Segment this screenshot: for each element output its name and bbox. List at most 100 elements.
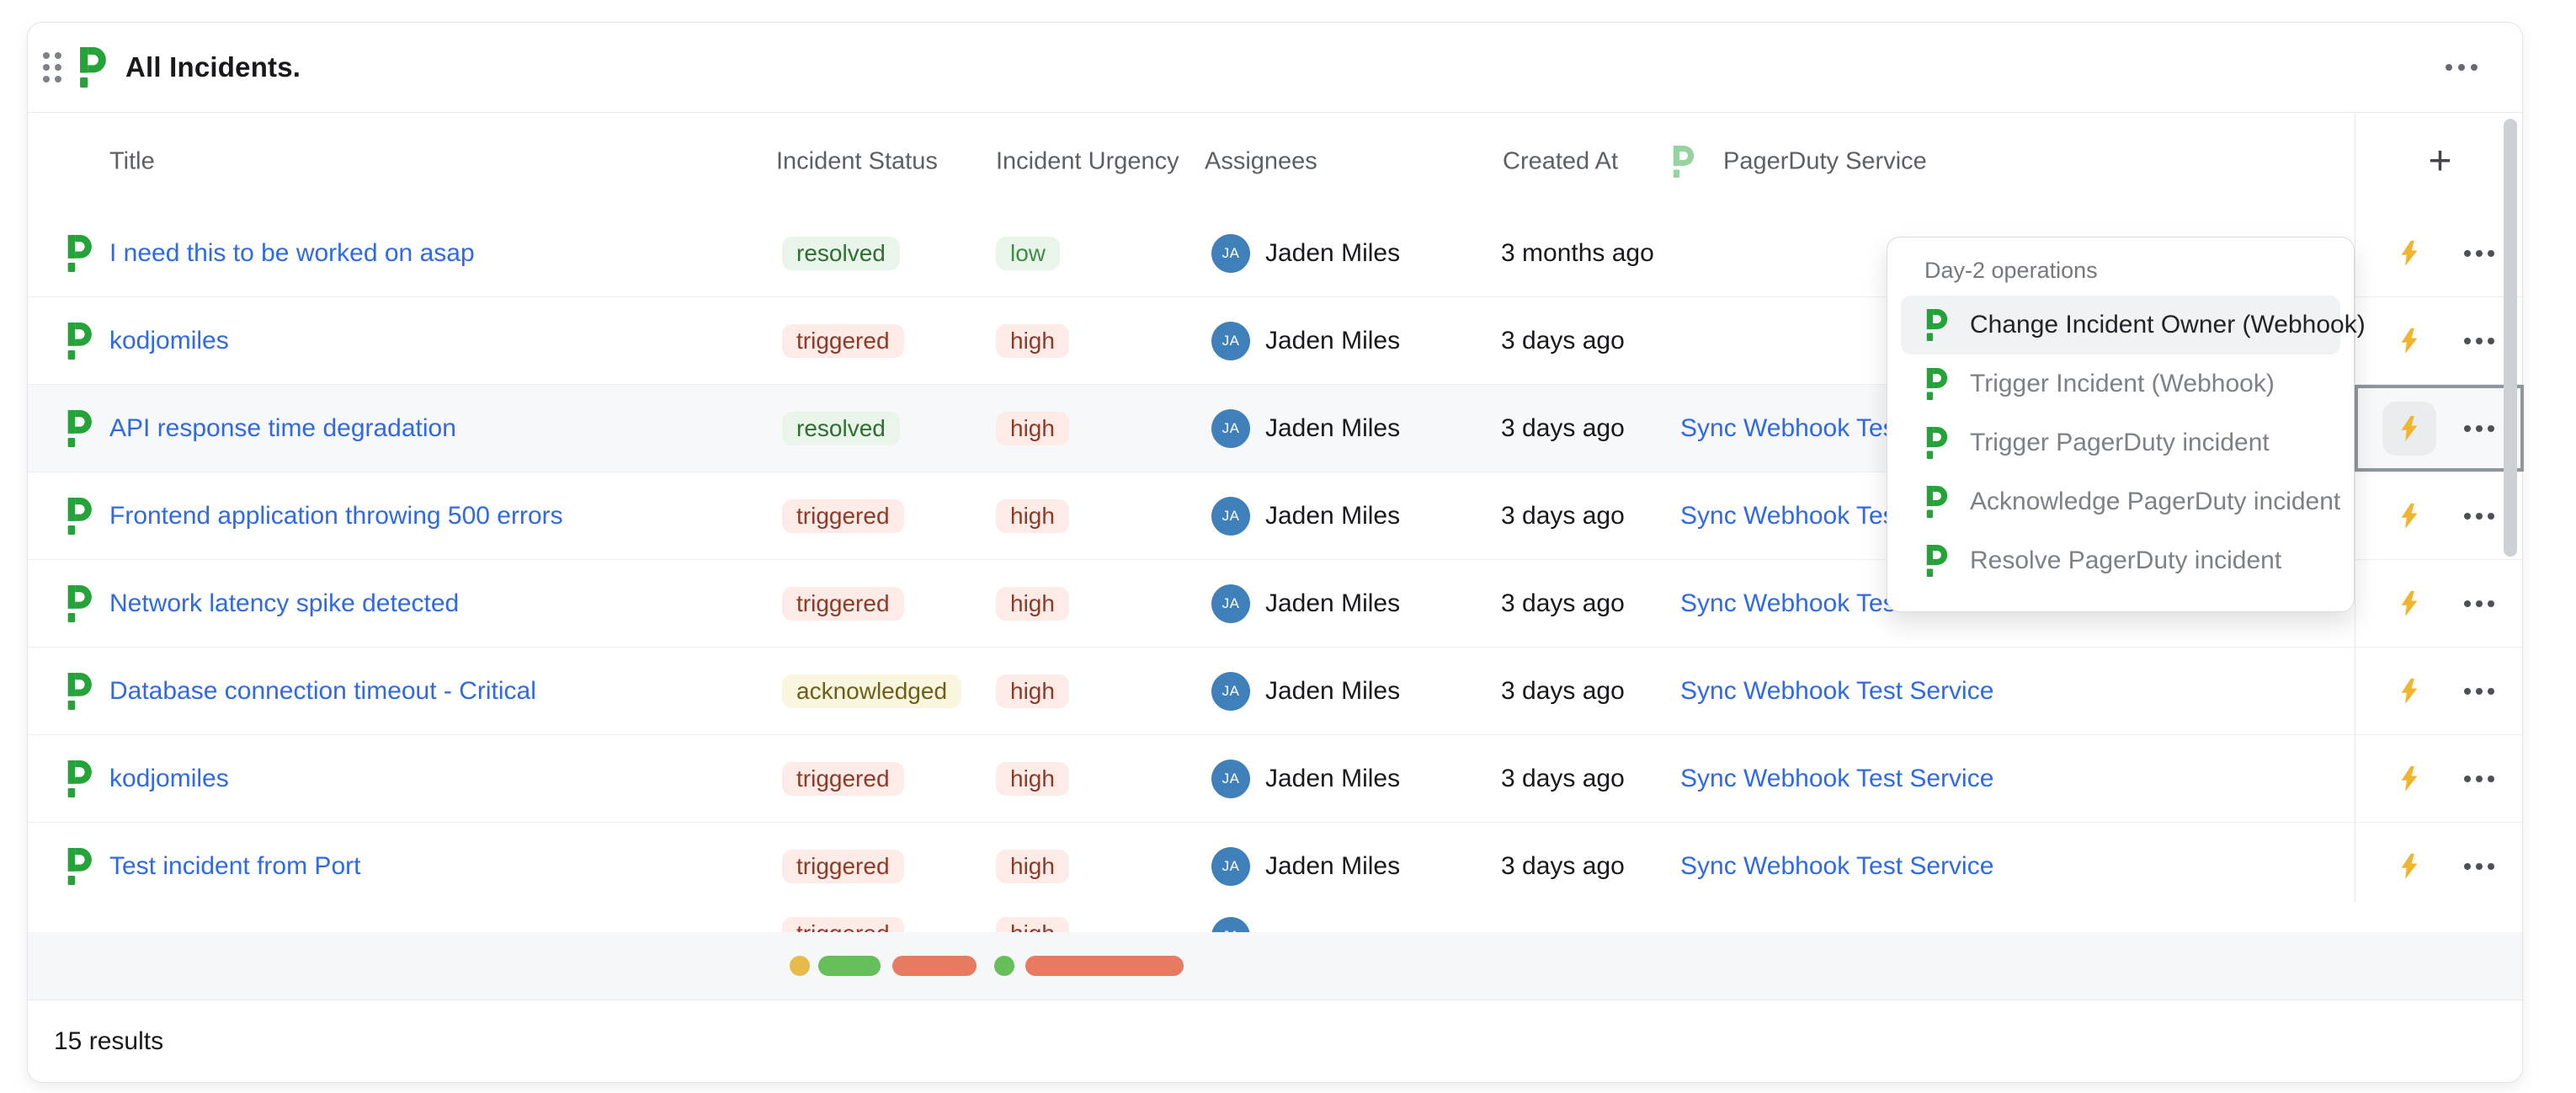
row-actions-cell: [2355, 210, 2524, 296]
created-at: 3 days ago: [1501, 765, 1625, 793]
menu-item[interactable]: Change Incident Owner (Webhook): [1901, 296, 2340, 355]
avatar: JA: [1211, 917, 1250, 932]
created-at: 3 days ago: [1501, 327, 1625, 355]
avatar: JA: [1211, 672, 1250, 711]
row-actions-cell: [2355, 472, 2524, 559]
run-action-button[interactable]: [2382, 489, 2436, 543]
avatar: JA: [1211, 409, 1250, 448]
run-action-button[interactable]: [2382, 402, 2436, 456]
created-at: 3 days ago: [1501, 852, 1625, 881]
skeleton-bar: [818, 956, 881, 976]
table-row[interactable]: Database connection timeout - Critical a…: [28, 648, 2522, 735]
pagerduty-logo-icon: [75, 47, 107, 88]
pagerduty-menu-icon: [1923, 368, 1948, 400]
column-header-service[interactable]: PagerDuty Service: [1723, 148, 1927, 176]
column-header-assignees[interactable]: Assignees: [1205, 148, 1317, 176]
row-menu-button[interactable]: [2462, 776, 2497, 782]
created-at: 3 days ago: [1501, 502, 1625, 531]
pagerduty-menu-icon: [1923, 427, 1948, 459]
all-incidents-widget: All Incidents. Title Incident Status Inc…: [27, 22, 2523, 1083]
loading-skeleton-band: [28, 932, 2522, 1000]
skeleton-bar: [1025, 956, 1184, 976]
incident-title-link[interactable]: Network latency spike detected: [109, 589, 459, 618]
pagerduty-row-icon: [63, 673, 93, 710]
pagerduty-column-icon: [1669, 146, 1695, 178]
actions-column-header: +: [2355, 113, 2525, 211]
created-at: 3 months ago: [1501, 239, 1654, 268]
menu-header: Day-2 operations: [1924, 258, 2354, 284]
menu-item[interactable]: Trigger Incident (Webhook): [1901, 355, 2340, 413]
row-menu-button[interactable]: [2462, 600, 2497, 607]
status-badge: triggered: [782, 587, 904, 621]
incident-title-link[interactable]: Test incident from Port: [109, 852, 360, 881]
table-row[interactable]: Test incident from Port triggered high J…: [28, 823, 2522, 910]
run-action-button[interactable]: [2382, 840, 2436, 893]
incident-title-link[interactable]: API response time degradation: [109, 414, 456, 443]
service-link[interactable]: Sync Webhook Test Service: [1680, 677, 1993, 706]
pagerduty-menu-icon: [1923, 309, 1948, 341]
run-action-button[interactable]: [2382, 752, 2436, 806]
status-badge: triggered: [782, 499, 904, 533]
widget-menu-button[interactable]: [2442, 64, 2480, 71]
incident-title-link[interactable]: Database connection timeout - Critical: [109, 677, 536, 706]
run-action-button[interactable]: [2382, 664, 2436, 718]
pagerduty-row-icon: [63, 585, 93, 622]
assignee-name: Jaden Miles: [1265, 502, 1400, 531]
incident-title-link[interactable]: kodjomiles: [109, 765, 229, 793]
status-badge: triggered: [782, 762, 904, 796]
column-header-urgency[interactable]: Incident Urgency: [996, 148, 1179, 176]
run-action-button[interactable]: [2382, 227, 2436, 280]
assignee-name: Jaden Miles: [1265, 414, 1400, 443]
menu-items: Change Incident Owner (Webhook) Trigger …: [1887, 296, 2354, 590]
table-row[interactable]: kodjomiles triggered high JA Jaden Miles…: [28, 735, 2522, 823]
service-link[interactable]: Sync Webhook Test Service: [1680, 765, 1993, 793]
pagerduty-menu-icon: [1923, 545, 1948, 577]
avatar: JA: [1211, 847, 1250, 886]
incident-title-link[interactable]: I need this to be worked on asap: [109, 239, 475, 268]
row-menu-button[interactable]: [2462, 863, 2497, 870]
row-actions-cell: [2355, 823, 2524, 909]
column-header-title[interactable]: Title: [109, 148, 155, 176]
row-menu-button[interactable]: [2462, 688, 2497, 695]
assignee-name: Jaden Miles: [1265, 239, 1400, 268]
created-at: 3 days ago: [1501, 414, 1625, 443]
avatar: JA: [1211, 322, 1250, 360]
menu-item-label: Trigger Incident (Webhook): [1970, 370, 2275, 398]
add-column-button[interactable]: +: [2428, 141, 2451, 182]
row-menu-button[interactable]: [2462, 338, 2497, 344]
assignee-name: Jaden Miles: [1265, 327, 1400, 355]
urgency-badge: high: [996, 762, 1069, 796]
menu-item[interactable]: Resolve PagerDuty incident: [1901, 531, 2340, 590]
menu-item[interactable]: Acknowledge PagerDuty incident: [1901, 472, 2340, 531]
row-actions-cell: [2355, 648, 2524, 734]
run-action-button[interactable]: [2382, 577, 2436, 631]
menu-item[interactable]: Trigger PagerDuty incident: [1901, 413, 2340, 472]
status-badge: resolved: [782, 412, 900, 445]
run-action-button[interactable]: [2382, 314, 2436, 368]
row-menu-button[interactable]: [2462, 513, 2497, 520]
column-header-created[interactable]: Created At: [1503, 148, 1618, 176]
incident-title-link[interactable]: Frontend application throwing 500 errors: [109, 502, 563, 531]
assignee-name: Jaden Miles: [1265, 677, 1400, 706]
vertical-scrollbar[interactable]: [2504, 119, 2517, 557]
menu-item-label: Change Incident Owner (Webhook): [1970, 311, 2366, 339]
service-link[interactable]: Sync Webhook Test Service: [1680, 852, 1993, 881]
column-header-status[interactable]: Incident Status: [776, 148, 938, 176]
status-badge: triggered: [782, 850, 904, 883]
urgency-badge: high: [996, 587, 1069, 621]
row-menu-button[interactable]: [2462, 425, 2497, 432]
created-at: 3 days ago: [1501, 677, 1625, 706]
assignee-name: Jaden Miles: [1265, 852, 1400, 881]
row-menu-button[interactable]: [2462, 250, 2497, 257]
row-actions-cell: [2355, 297, 2524, 384]
day2-operations-menu: Day-2 operations Change Incident Owner (…: [1887, 237, 2355, 612]
drag-handle-icon[interactable]: [43, 52, 61, 83]
pagerduty-row-icon: [63, 323, 93, 360]
partial-row: triggered high JA: [28, 904, 2522, 932]
status-badge: triggered: [782, 324, 904, 358]
incident-title-link[interactable]: kodjomiles: [109, 327, 229, 355]
urgency-badge: low: [996, 237, 1060, 270]
menu-item-label: Acknowledge PagerDuty incident: [1970, 488, 2340, 516]
urgency-badge: high: [996, 917, 1069, 932]
pagerduty-row-icon: [63, 410, 93, 447]
